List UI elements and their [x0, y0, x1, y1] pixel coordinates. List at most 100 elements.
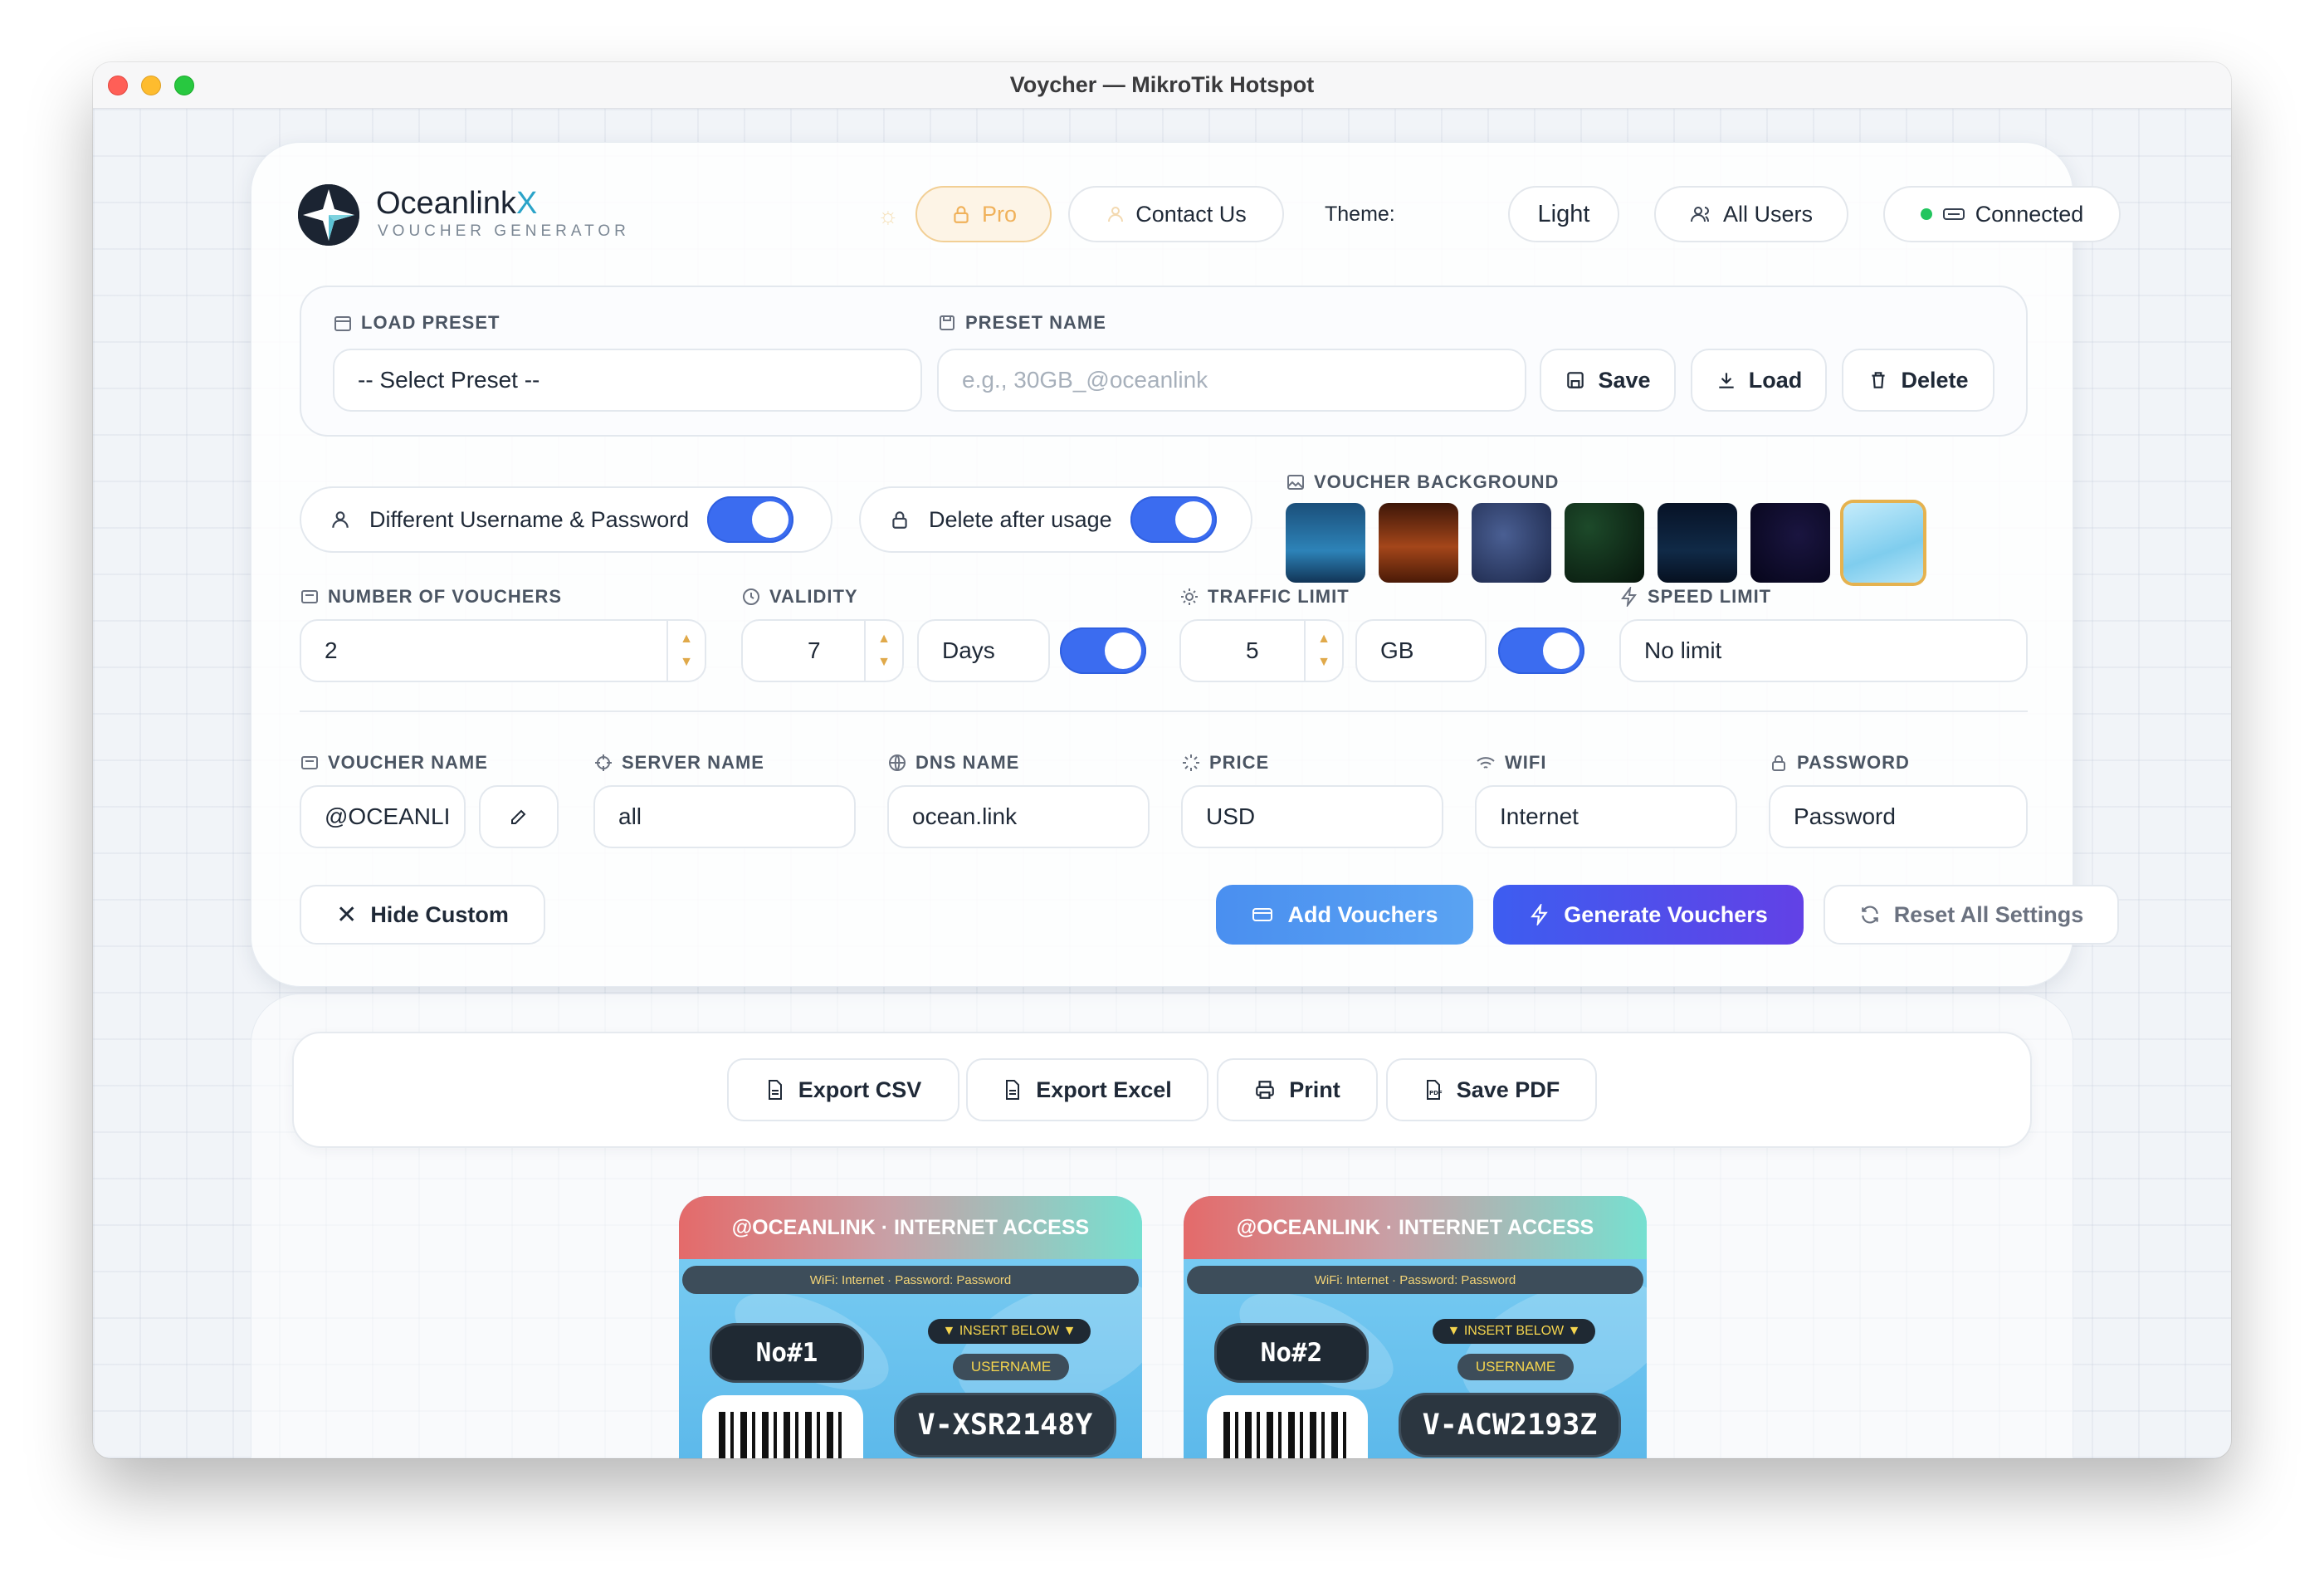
compass-star-icon	[298, 184, 359, 246]
voucher-number: No#1	[712, 1326, 862, 1380]
voucher-code: V-ACW2193Z	[1401, 1395, 1618, 1455]
background-swatch-night[interactable]	[1658, 503, 1737, 583]
print-button[interactable]: Print	[1217, 1058, 1378, 1121]
edit-voucher-name-button[interactable]	[479, 785, 559, 848]
preset-select[interactable]: -- Select Preset --	[333, 349, 922, 412]
background-swatch-nebula[interactable]	[1472, 503, 1551, 583]
app-window: Voycher — MikroTik Hotspot OceanlinkX VO…	[93, 62, 2231, 1458]
lock-icon	[892, 511, 907, 529]
traffic-unit-select[interactable]: GB	[1355, 619, 1487, 682]
validity-label: VALIDITY	[741, 586, 858, 608]
connection-status[interactable]: Connected	[1883, 186, 2121, 242]
export-csv-button[interactable]: Export CSV	[727, 1058, 959, 1121]
validity-toggle[interactable]	[1060, 627, 1146, 674]
pdf-file-icon: PDF	[1426, 1080, 1443, 1100]
ticket-icon	[301, 756, 318, 769]
toggle-switch[interactable]	[1130, 496, 1217, 543]
contact-us-button[interactable]: Contact Us	[1068, 186, 1284, 242]
speed-limit-label: SPEED LIMIT	[1619, 586, 1771, 608]
settings-panel: OceanlinkX VOUCHER GENERATOR ☼ Pro Conta…	[251, 142, 2121, 987]
voucher-header: @OCEANLINK · INTERNET ACCESS	[679, 1196, 1142, 1259]
background-swatch-whale-selected[interactable]	[1843, 503, 1923, 583]
zoom-window-button[interactable]	[174, 76, 194, 95]
image-icon	[1287, 475, 1304, 490]
save-preset-button[interactable]: Save	[1540, 349, 1676, 412]
delete-preset-button[interactable]: Delete	[1842, 349, 1994, 412]
lightning-icon	[1621, 587, 1637, 607]
status-dot	[1920, 208, 1932, 220]
clock-icon	[743, 588, 759, 605]
load-preset-button[interactable]: Load	[1691, 349, 1827, 412]
all-users-button[interactable]: All Users	[1654, 186, 1848, 242]
dns-name-input[interactable]: ocean.link	[887, 785, 1150, 848]
number-of-vouchers-input[interactable]: 2	[300, 619, 706, 682]
username-badge: USERNAME	[953, 1354, 1069, 1380]
wifi-icon	[1477, 757, 1495, 769]
globe-icon	[889, 754, 906, 771]
voucher-card: @OCEANLINK · INTERNET ACCESS WiFi: Inter…	[1184, 1196, 1647, 1458]
wifi-input[interactable]: Internet	[1475, 785, 1737, 848]
lightning-icon	[1531, 904, 1548, 925]
qr-code	[1207, 1395, 1368, 1458]
validity-unit-select[interactable]: Days	[917, 619, 1050, 682]
svg-text:PDF: PDF	[1429, 1090, 1443, 1096]
password-label: PASSWORD	[1769, 752, 1910, 774]
voucher-card: @OCEANLINK · INTERNET ACCESS WiFi: Inter…	[679, 1196, 1142, 1458]
traffic-stepper[interactable]: ▲ ▼	[1304, 621, 1342, 681]
generate-vouchers-button[interactable]: Generate Vouchers	[1493, 885, 1804, 945]
app-content: OceanlinkX VOUCHER GENERATOR ☼ Pro Conta…	[93, 109, 2231, 1458]
target-icon	[595, 754, 612, 771]
download-icon	[1719, 373, 1734, 388]
user-icon	[332, 511, 349, 528]
background-swatch-forest[interactable]	[1565, 503, 1644, 583]
pro-button[interactable]: Pro	[915, 186, 1052, 242]
preset-name-input[interactable]: e.g., 30GB_@oceanlink	[937, 349, 1526, 412]
diff-username-password-toggle[interactable]: Different Username & Password	[300, 486, 832, 553]
insert-below-badge: ▼ INSERT BELOW ▼	[928, 1319, 1091, 1344]
router-icon	[1942, 208, 1965, 220]
server-name-label: SERVER NAME	[593, 752, 764, 774]
speed-limit-select[interactable]: No limit	[1619, 619, 2028, 682]
users-icon	[1690, 207, 1709, 222]
qr-code	[702, 1395, 863, 1458]
password-input[interactable]: Password	[1769, 785, 2028, 848]
close-window-button[interactable]	[108, 76, 128, 95]
theme-toggle[interactable]: Light	[1508, 186, 1619, 242]
voucher-name-input[interactable]: @OCEANLI	[300, 785, 466, 848]
traffic-limit-label: TRAFFIC LIMIT	[1179, 586, 1350, 608]
validity-stepper[interactable]: ▲ ▼	[864, 621, 902, 681]
sun-icon	[1181, 588, 1198, 605]
spinner-icon	[1183, 754, 1199, 771]
delete-after-usage-toggle[interactable]: Delete after usage	[859, 486, 1252, 553]
background-swatch-sunset[interactable]	[1379, 503, 1458, 583]
load-preset-label: LOAD PRESET	[333, 312, 500, 334]
background-swatch-ocean[interactable]	[1286, 503, 1365, 583]
dns-name-label: DNS NAME	[887, 752, 1019, 774]
reset-all-settings-button[interactable]: Reset All Settings	[1824, 885, 2119, 945]
sun-icon[interactable]: ☼	[877, 203, 902, 228]
voucher-background-label: VOUCHER BACKGROUND	[1286, 471, 1559, 493]
voucher-wifi-line: WiFi: Internet · Password: Password	[1187, 1266, 1643, 1294]
background-swatch-galaxy[interactable]	[1750, 503, 1830, 583]
trash-icon	[1872, 372, 1886, 388]
window-title: Voycher — MikroTik Hotspot	[1009, 72, 1315, 97]
save-pdf-button[interactable]: PDF Save PDF	[1386, 1058, 1597, 1121]
title-bar: Voycher — MikroTik Hotspot	[93, 62, 2231, 109]
preset-name-label: PRESET NAME	[937, 312, 1106, 334]
number-stepper[interactable]: ▲ ▼	[666, 621, 705, 681]
minimize-window-button[interactable]	[141, 76, 161, 95]
card-icon	[1252, 908, 1273, 921]
price-input[interactable]: USD	[1181, 785, 1443, 848]
file-icon	[768, 1080, 782, 1100]
ticket-icon	[301, 590, 318, 603]
add-vouchers-button[interactable]: Add Vouchers	[1216, 885, 1473, 945]
toggle-switch[interactable]	[707, 496, 794, 543]
export-excel-button[interactable]: Export Excel	[966, 1058, 1208, 1121]
wifi-label: WIFI	[1475, 752, 1546, 774]
traffic-toggle[interactable]	[1498, 627, 1584, 674]
voucher-number: No#2	[1217, 1326, 1366, 1380]
price-label: PRICE	[1181, 752, 1269, 774]
hide-custom-button[interactable]: ✕ Hide Custom	[300, 885, 545, 945]
brand-logo	[298, 184, 359, 246]
server-name-input[interactable]: all	[593, 785, 856, 848]
